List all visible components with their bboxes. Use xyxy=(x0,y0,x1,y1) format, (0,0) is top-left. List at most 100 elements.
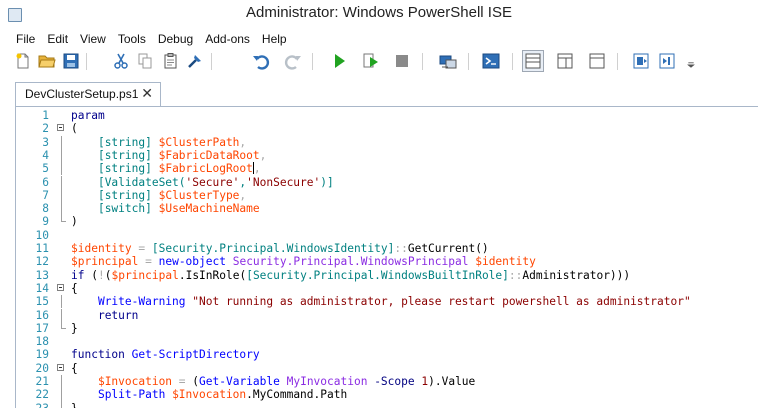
code-token: ( xyxy=(71,122,78,136)
code-token: -Scope xyxy=(374,375,415,388)
run-icon[interactable] xyxy=(328,50,350,72)
code-line[interactable]: 3 [string] $ClusterPath, xyxy=(16,135,758,149)
show-script-max-icon[interactable] xyxy=(586,50,608,72)
cut-icon[interactable] xyxy=(110,50,132,72)
paste-icon[interactable] xyxy=(160,50,182,72)
code-text: [string] $ClusterType, xyxy=(71,189,246,202)
run-selection-icon[interactable] xyxy=(360,50,382,72)
line-number: 2 xyxy=(42,122,49,136)
code-line[interactable]: 14 { xyxy=(16,282,758,295)
line-number: 20 xyxy=(35,361,49,375)
line-number: 9 xyxy=(42,215,49,229)
fold-guide xyxy=(53,388,71,402)
code-text: Split-Path $Invocation.MyCommand.Path xyxy=(71,388,347,401)
fold-guide xyxy=(53,375,71,389)
menu-edit[interactable]: Edit xyxy=(41,29,74,47)
line-number: 18 xyxy=(35,335,49,349)
undo-icon[interactable] xyxy=(250,50,272,72)
collapse-icon[interactable] xyxy=(53,362,71,375)
collapse-icon[interactable] xyxy=(53,282,71,295)
code-line[interactable]: 4 [string] $FabricDataRoot, xyxy=(16,148,758,163)
remote-powershell-icon[interactable] xyxy=(437,50,459,72)
show-commands-icon[interactable] xyxy=(630,50,652,72)
menu-debug[interactable]: Debug xyxy=(152,29,199,47)
code-text: [string] $FabricDataRoot, xyxy=(71,149,266,162)
code-text: $Invocation = (Get-Variable MyInvocation… xyxy=(71,375,475,388)
code-line[interactable]: 13 if (!($principal.IsInRole([Security.Pr… xyxy=(16,269,758,282)
fold-guide xyxy=(53,188,71,203)
code-token: :: xyxy=(508,268,523,282)
show-script-top-icon[interactable] xyxy=(522,50,544,72)
code-token: IsInRole( xyxy=(185,268,247,282)
line-number: 10 xyxy=(35,228,49,242)
stop-icon[interactable] xyxy=(391,50,413,72)
code-line[interactable]: 1 param xyxy=(16,109,758,122)
code-line[interactable]: 23} xyxy=(16,401,758,408)
code-line[interactable]: 16 return xyxy=(16,308,758,322)
code-token: return xyxy=(97,308,139,322)
code-text: [string] $ClusterPath, xyxy=(71,136,246,149)
tab-label: DevClusterSetup.ps1 xyxy=(25,87,139,101)
script-editor[interactable]: 1 param 2(3 [string] $ClusterPath, 4 [strin… xyxy=(15,106,758,408)
code-line[interactable]: 22 Split-Path $Invocation.MyCommand.Path xyxy=(16,388,758,402)
redo-icon[interactable] xyxy=(282,50,304,72)
code-token: [string] xyxy=(97,135,152,149)
fold-guide xyxy=(53,202,71,216)
open-icon[interactable] xyxy=(36,50,58,72)
code-line[interactable]: 6 [ValidateSet('Secure','NonSecure')] xyxy=(16,175,758,189)
code-text: } xyxy=(71,402,78,408)
menu-tools[interactable]: Tools xyxy=(112,29,152,47)
code-token: = xyxy=(145,255,152,269)
line-number: 1 xyxy=(42,109,49,122)
code-text: { xyxy=(71,362,78,375)
clear-icon[interactable] xyxy=(184,50,206,72)
code-line[interactable]: 10 xyxy=(16,229,758,242)
close-icon[interactable]: ✕ xyxy=(141,85,153,102)
collapse-icon[interactable] xyxy=(53,122,71,135)
code-line[interactable]: 11 $identity = [Security.Principal.Window… xyxy=(16,242,758,255)
show-script-right-icon[interactable] xyxy=(554,50,576,72)
code-token: ). xyxy=(428,375,442,388)
code-text: param xyxy=(71,109,105,122)
toolbar xyxy=(0,47,758,75)
save-icon[interactable] xyxy=(60,50,82,72)
code-line[interactable]: 19 function Get-ScriptDirectory xyxy=(16,348,758,361)
code-token: $FabricLogRoot xyxy=(158,162,253,176)
code-line[interactable]: 2( xyxy=(16,122,758,135)
menu-file[interactable]: File xyxy=(0,29,41,47)
code-token: MyCommand xyxy=(252,388,314,402)
new-icon[interactable] xyxy=(12,50,34,72)
code-line[interactable]: 17} xyxy=(16,321,758,335)
code-text: [ValidateSet('Secure','NonSecure')] xyxy=(71,176,334,189)
code-line[interactable]: 9) xyxy=(16,215,758,228)
code-line[interactable]: 20 { xyxy=(16,362,758,375)
menu-view[interactable]: View xyxy=(74,29,112,47)
code-token: [switch] xyxy=(97,202,152,216)
line-number: 17 xyxy=(35,321,49,335)
code-line[interactable]: 21 $Invocation = (Get-Variable MyInvocat… xyxy=(16,375,758,389)
code-token: $Invocation xyxy=(172,388,247,402)
copy-icon[interactable] xyxy=(134,50,156,72)
code-token: GetCurrent() xyxy=(407,242,489,255)
code-line[interactable]: 12 $principal = new-object Security.Princ… xyxy=(16,255,758,268)
powershell-console-icon[interactable] xyxy=(480,50,502,72)
code-line[interactable]: 18 xyxy=(16,335,758,348)
code-line[interactable]: 5 [string] $FabricLogRoot, xyxy=(16,162,758,176)
code-line[interactable]: 7 [string] $ClusterType, xyxy=(16,188,758,203)
code-token: { xyxy=(71,281,78,295)
menu-help[interactable]: Help xyxy=(256,29,293,47)
code-token: [string] xyxy=(97,188,152,202)
code-line[interactable]: 8 [switch] $UseMachineName xyxy=(16,202,758,216)
tab-devclustersetup[interactable]: DevClusterSetup.ps1 ✕ xyxy=(15,82,161,106)
code-text: [switch] $UseMachineName xyxy=(71,202,260,215)
code-token: Path xyxy=(320,388,348,402)
customize-icon[interactable] xyxy=(683,50,699,72)
menu-add-ons[interactable]: Add-ons xyxy=(199,29,256,47)
code-line[interactable]: 15 Write-Warning "Not running as adminis… xyxy=(16,295,758,309)
show-addon-icon[interactable] xyxy=(656,50,678,72)
